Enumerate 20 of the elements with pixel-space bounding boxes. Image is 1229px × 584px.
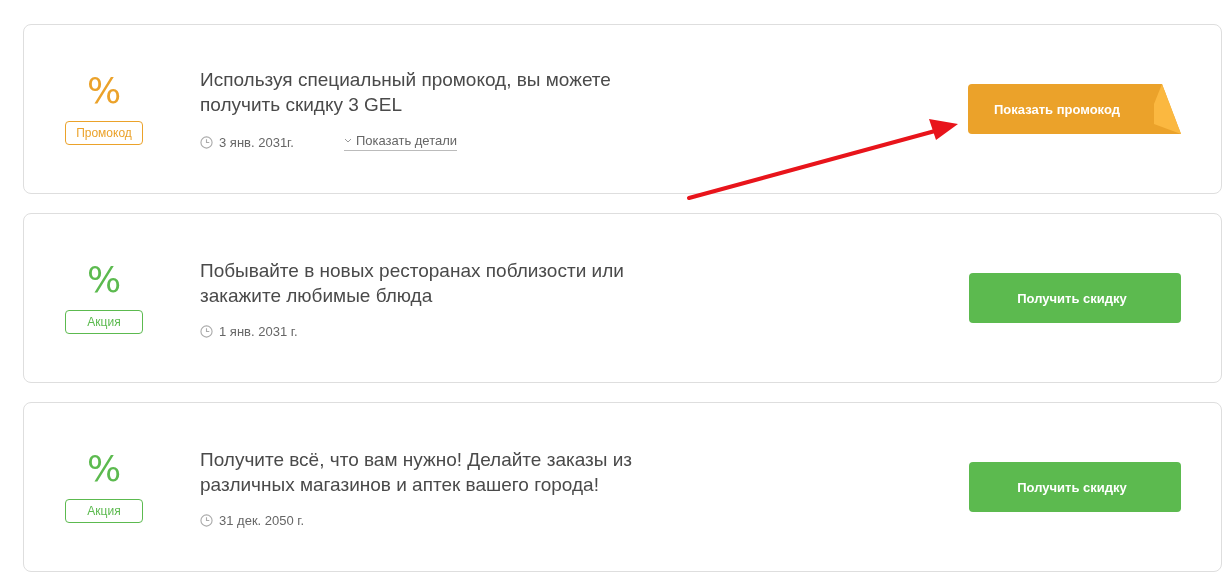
- offer-type-tag: Акция: [65, 310, 143, 334]
- expiry-date: 31 дек. 2050 г.: [219, 512, 305, 528]
- offer-title: Используя специальный промокод, вы можете получить скидку 3 GEL: [200, 68, 612, 117]
- folded-corner-icon: [1154, 84, 1181, 134]
- offer-title: Побывайте в новых ресторанах поблизости или закажите любимые блюда: [200, 258, 625, 308]
- get-discount-button[interactable]: Получить скидку: [969, 273, 1181, 323]
- expiry-date: 3 янв. 2031г.: [219, 134, 294, 150]
- percent-symbol: %: [86, 73, 122, 109]
- offer-type-tag: Акция: [65, 499, 143, 523]
- show-details-link[interactable]: Показать детали: [343, 133, 458, 151]
- clock-icon: [200, 324, 213, 338]
- chevron-down-icon: [343, 138, 352, 143]
- expiry-date: 1 янв. 2031 г.: [219, 323, 298, 339]
- clock-icon: [200, 135, 213, 149]
- clock-icon: [200, 513, 213, 527]
- offer-title: Получите всё, что вам нужно! Делайте заказы из различных магазинов и аптек вашего города!: [200, 447, 634, 497]
- percent-symbol: %: [86, 262, 122, 298]
- get-discount-button[interactable]: Получить скидку: [969, 462, 1181, 512]
- percent-symbol: %: [86, 451, 122, 487]
- offer-type-tag: Промокод: [65, 121, 143, 145]
